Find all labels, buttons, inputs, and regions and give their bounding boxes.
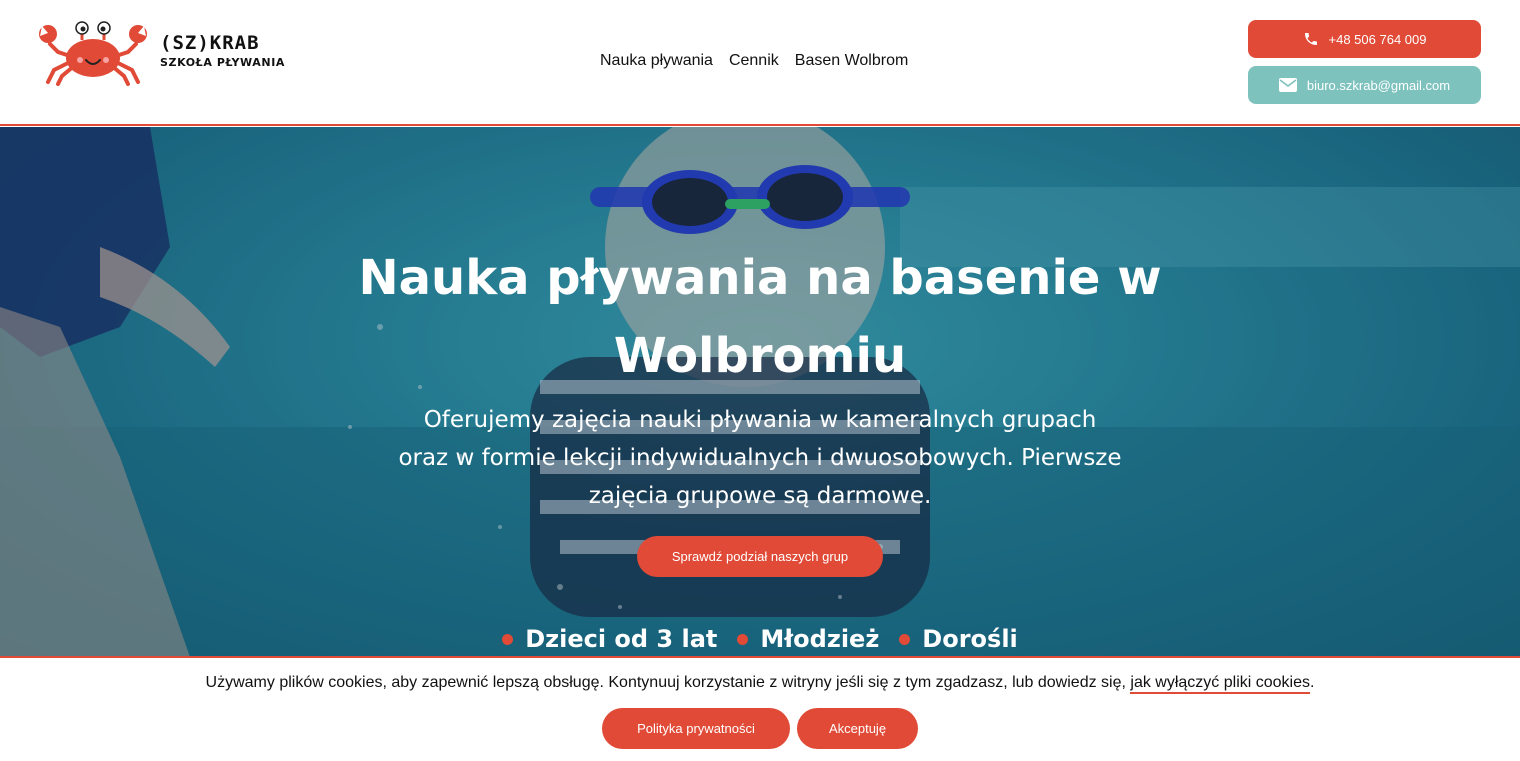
- cookie-text: Używamy plików cookies, aby zapewnić lep…: [205, 674, 1126, 691]
- bullet-dot-icon: [899, 633, 911, 645]
- nav-item-cennik[interactable]: Cennik: [729, 52, 779, 70]
- main-nav: Nauka pływania Cennik Basen Wolbrom: [600, 52, 908, 70]
- crab-logo-icon: [39, 21, 147, 86]
- audience-item: Dorośli: [899, 625, 1018, 653]
- hero-text-line-2: oraz w formie lekcji indywidualnych i dw…: [398, 445, 1122, 471]
- hero-description: Oferujemy zajęcia nauki pływania w kamer…: [370, 401, 1150, 515]
- audience-list: Dzieci od 3 lat Młodzież Dorośli: [0, 625, 1520, 653]
- cookie-buttons: Polityka prywatności Akceptuję: [0, 708, 1520, 749]
- email-button[interactable]: biuro.szkrab@gmail.com: [1248, 66, 1481, 104]
- bullet-dot-icon: [502, 633, 514, 645]
- audience-item: Dzieci od 3 lat: [502, 625, 717, 653]
- audience-item: Młodzież: [737, 625, 879, 653]
- envelope-icon: [1278, 78, 1297, 92]
- hero-section: Nauka pływania na basenie w Wolbromiu Of…: [0, 127, 1520, 657]
- nav-item-basen-wolbrom[interactable]: Basen Wolbrom: [795, 52, 909, 70]
- bullet-dot-icon: [737, 633, 749, 645]
- email-address: biuro.szkrab@gmail.com: [1306, 77, 1451, 93]
- site-header: (SZ)KRAB SZKOŁA PŁYWANIA Nauka pływania …: [0, 0, 1520, 126]
- phone-icon: [1304, 33, 1317, 45]
- nav-item-nauka-plywania[interactable]: Nauka pływania: [600, 52, 713, 70]
- cookie-banner: Używamy plików cookies, aby zapewnić lep…: [0, 656, 1520, 761]
- accept-cookies-button[interactable]: Akceptuję: [797, 708, 918, 749]
- brand-title: (SZ)KRAB: [160, 32, 260, 54]
- cookie-text-end: .: [1310, 674, 1315, 691]
- audience-label-youth: Młodzież: [760, 625, 880, 653]
- hero-text-line-3: zajęcia grupowe są darmowe.: [588, 483, 932, 509]
- brand-subtitle: SZKOŁA PŁYWANIA: [160, 56, 286, 69]
- hero-title-line-1: Nauka pływania na basenie w: [358, 250, 1162, 306]
- hero-title-line-2: Wolbromiu: [613, 328, 907, 384]
- cookie-disable-link[interactable]: jak wyłączyć pliki cookies: [1130, 674, 1310, 694]
- hero-text-line-1: Oferujemy zajęcia nauki pływania w kamer…: [423, 407, 1097, 433]
- phone-button[interactable]: +48 506 764 009: [1248, 20, 1481, 58]
- audience-label-children: Dzieci od 3 lat: [525, 625, 718, 653]
- groups-button[interactable]: Sprawdź podział naszych grup: [637, 536, 883, 577]
- contact-buttons: +48 506 764 009 biuro.szkrab@gmail.com: [1248, 20, 1481, 104]
- privacy-policy-button[interactable]: Polityka prywatności: [602, 708, 790, 749]
- audience-label-adults: Dorośli: [922, 625, 1018, 653]
- logo[interactable]: (SZ)KRAB SZKOŁA PŁYWANIA: [36, 16, 285, 86]
- phone-number: +48 506 764 009: [1328, 31, 1427, 47]
- hero-title: Nauka pływania na basenie w Wolbromiu: [340, 239, 1180, 395]
- cookie-message: Używamy plików cookies, aby zapewnić lep…: [0, 674, 1520, 694]
